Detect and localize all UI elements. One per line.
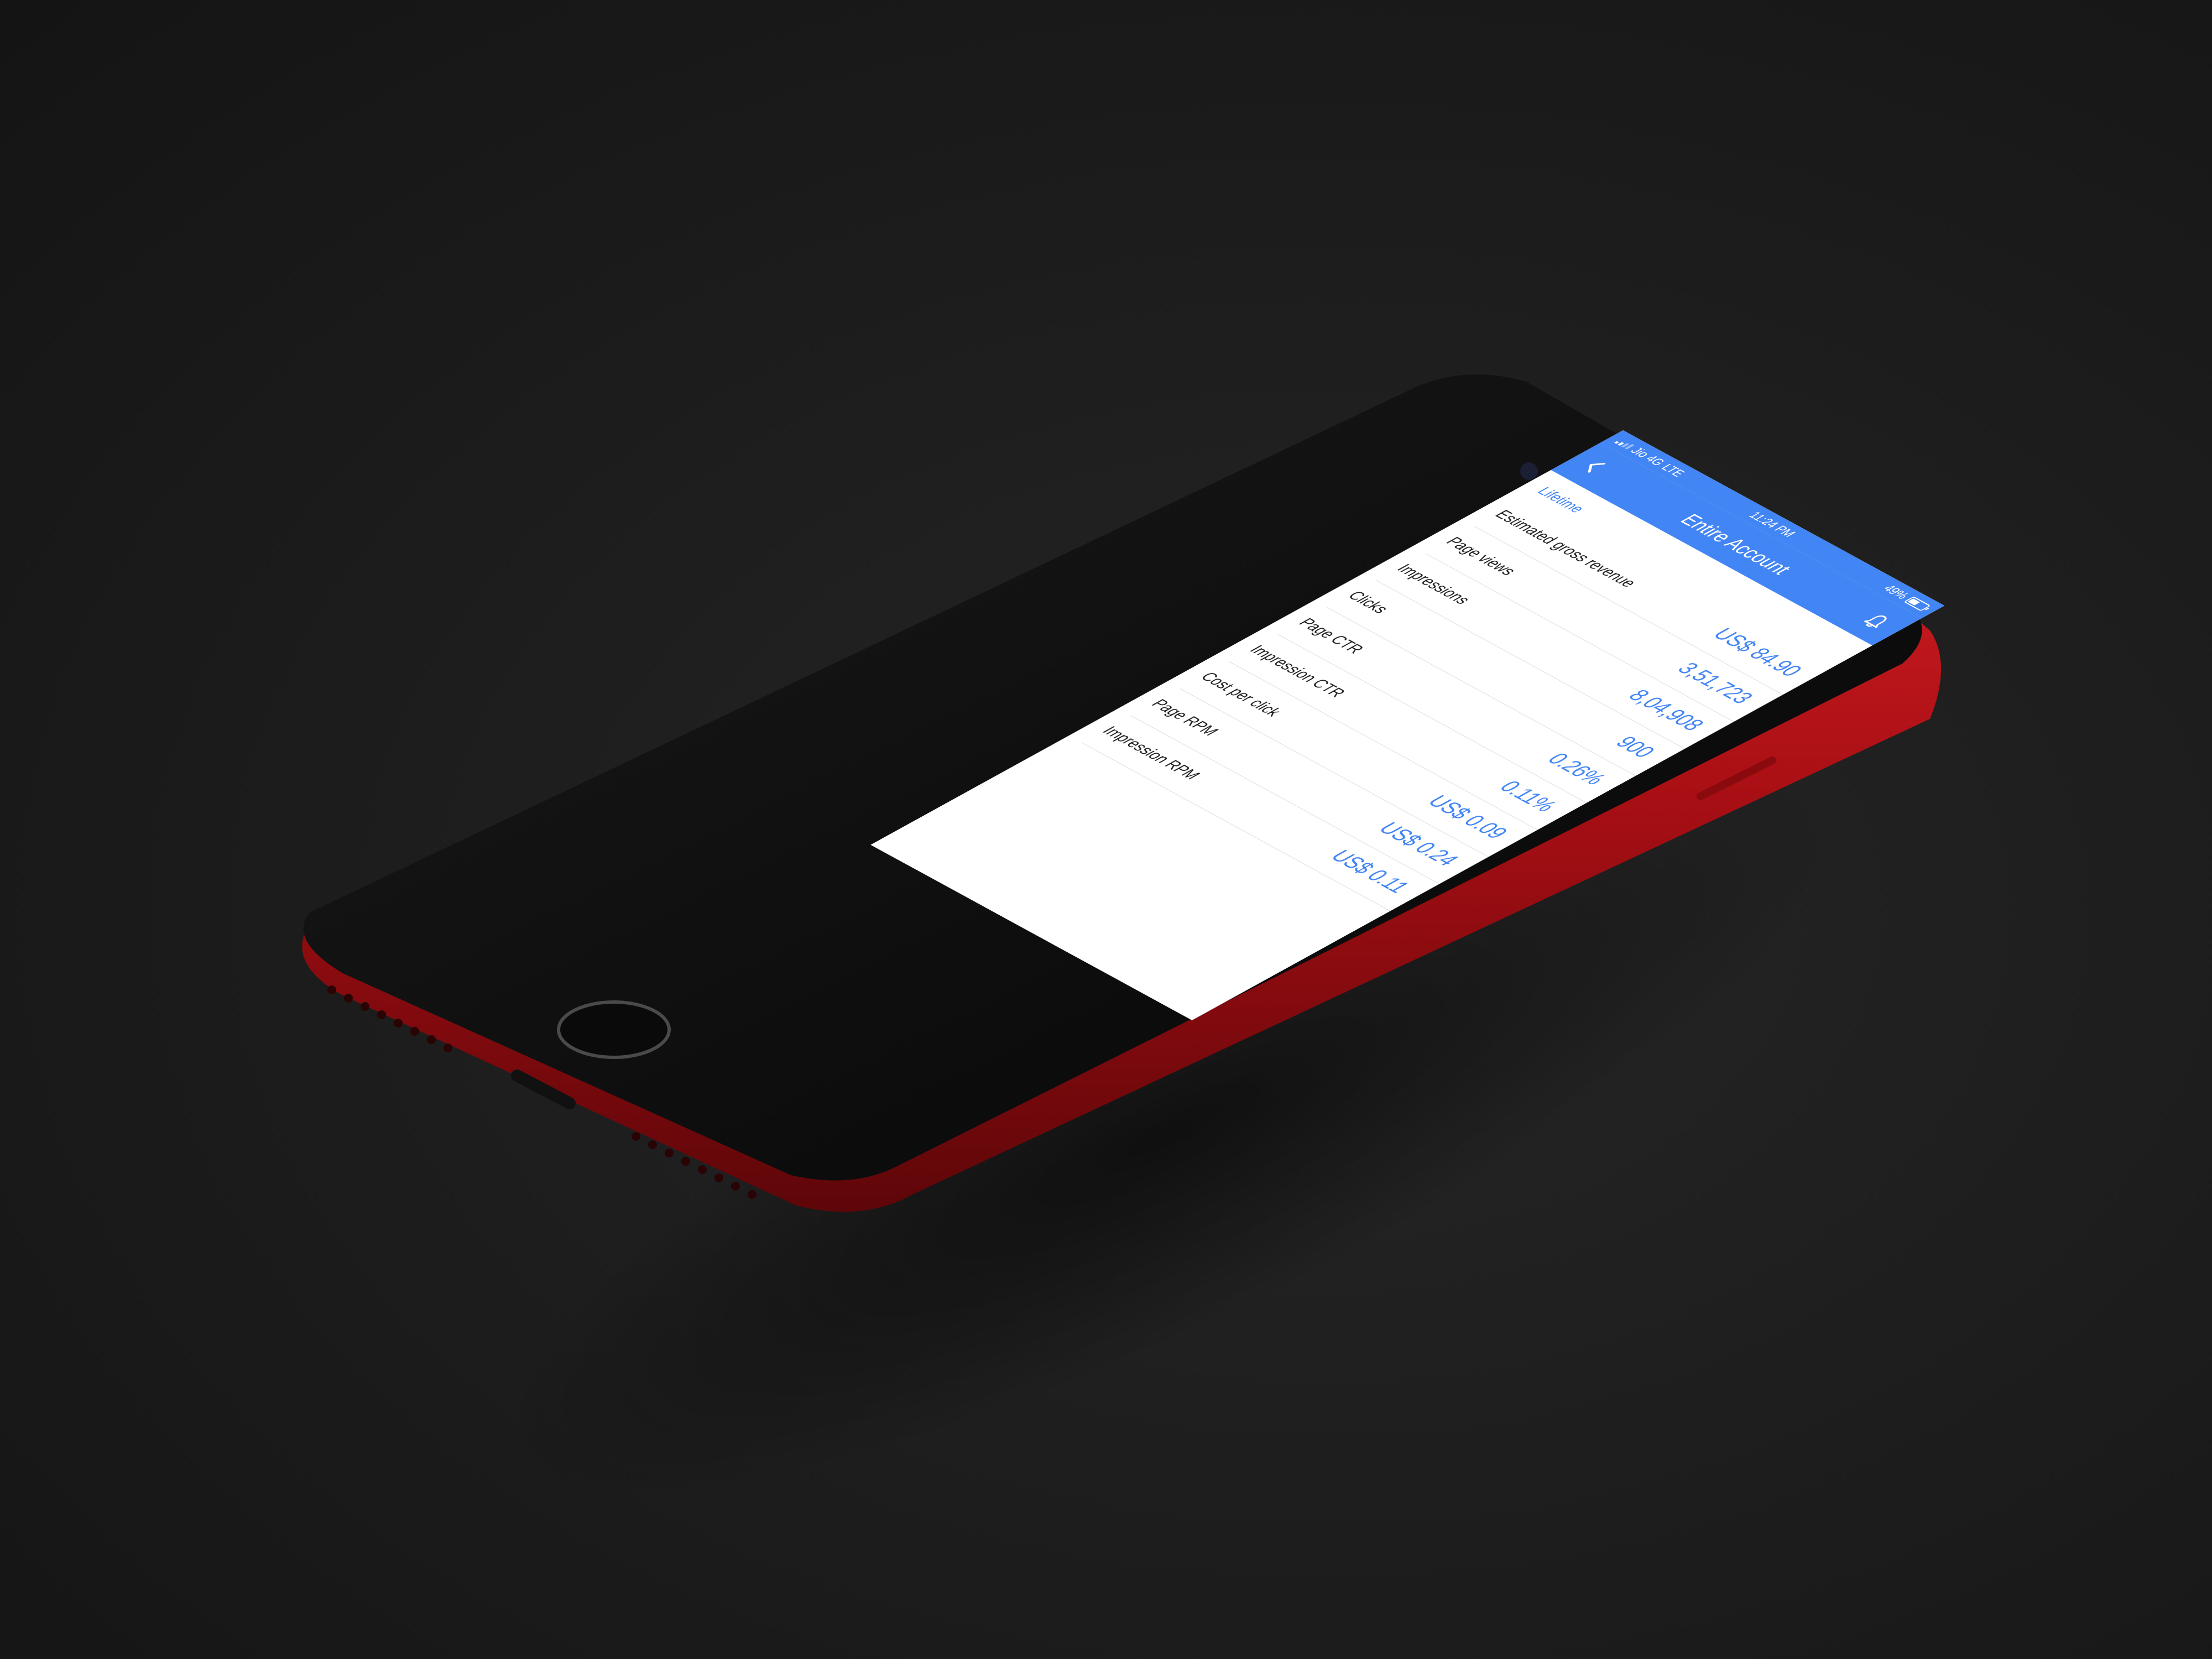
metric-value: 900 — [1609, 733, 1661, 761]
scene: Jio 4G LTE 11:24 PM 49% Entire Account L… — [0, 0, 2212, 1659]
home-button[interactable] — [557, 1000, 671, 1059]
battery-icon — [1903, 596, 1931, 612]
metric-label: Clicks — [1343, 588, 1394, 616]
front-camera — [1520, 462, 1538, 480]
